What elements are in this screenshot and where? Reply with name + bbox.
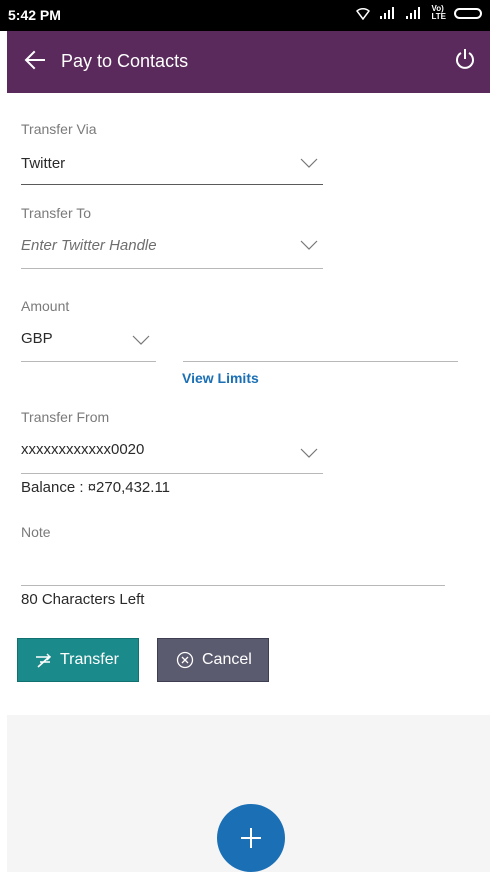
note-label: Note: [21, 524, 51, 540]
transfer-to-underline: [21, 268, 323, 269]
wifi-icon: [356, 7, 371, 20]
note-underline: [21, 585, 445, 586]
page-title: Pay to Contacts: [61, 51, 189, 71]
characters-left-text: 80 Characters Left: [21, 591, 145, 608]
cancel-circle-icon: [176, 651, 194, 669]
transfer-from-select[interactable]: xxxxxxxxxxxx0020: [21, 435, 323, 473]
currency-underline: [21, 361, 156, 362]
account-number-value: xxxxxxxxxxxx0020: [21, 441, 145, 458]
transfer-button-label: Transfer: [60, 651, 119, 668]
transfer-via-underline: [21, 184, 323, 185]
amount-label: Amount: [21, 298, 70, 314]
plus-icon: [241, 828, 261, 848]
amount-underline: [183, 361, 458, 362]
currency-select[interactable]: GBP: [21, 325, 156, 361]
transfer-via-select[interactable]: Twitter: [21, 147, 323, 187]
transfer-from-underline: [21, 473, 323, 474]
transfer-to-label: Transfer To: [21, 205, 92, 221]
amount-input[interactable]: [183, 329, 458, 361]
add-fab-button[interactable]: [217, 804, 285, 872]
status-time: 5:42 PM: [8, 7, 61, 23]
back-arrow-icon[interactable]: [22, 47, 48, 73]
signal-icon: [380, 7, 395, 19]
signal-icon-2: [406, 7, 421, 19]
transfer-via-value: Twitter: [21, 155, 66, 172]
transfer-form: Transfer Via Twitter Transfer To Enter T…: [7, 93, 490, 715]
chevron-down-icon: [300, 240, 318, 250]
transfer-to-select[interactable]: Enter Twitter Handle: [21, 231, 323, 269]
status-bar: 5:42 PM Vo) LTE: [0, 0, 490, 31]
battery-icon: [454, 7, 482, 19]
transfer-via-label: Transfer Via: [21, 121, 97, 137]
note-input[interactable]: [21, 551, 445, 585]
view-limits-link[interactable]: View Limits: [182, 370, 259, 386]
transfer-icon: [36, 653, 52, 668]
cancel-button-label: Cancel: [202, 651, 252, 668]
status-icons: Vo) LTE: [355, 5, 482, 21]
chevron-down-icon: [300, 158, 318, 168]
app-bar: Pay to Contacts: [7, 31, 490, 93]
chevron-down-icon: [132, 335, 150, 345]
power-icon[interactable]: [454, 47, 476, 71]
transfer-from-label: Transfer From: [21, 409, 110, 425]
balance-text: Balance : ¤270,432.11: [21, 479, 171, 496]
chevron-down-icon: [300, 448, 318, 458]
cancel-button[interactable]: Cancel: [157, 638, 269, 682]
transfer-button[interactable]: Transfer: [17, 638, 139, 682]
transfer-to-placeholder: Enter Twitter Handle: [21, 237, 157, 254]
volte-label: Vo) LTE: [431, 4, 446, 21]
currency-value: GBP: [21, 330, 53, 347]
